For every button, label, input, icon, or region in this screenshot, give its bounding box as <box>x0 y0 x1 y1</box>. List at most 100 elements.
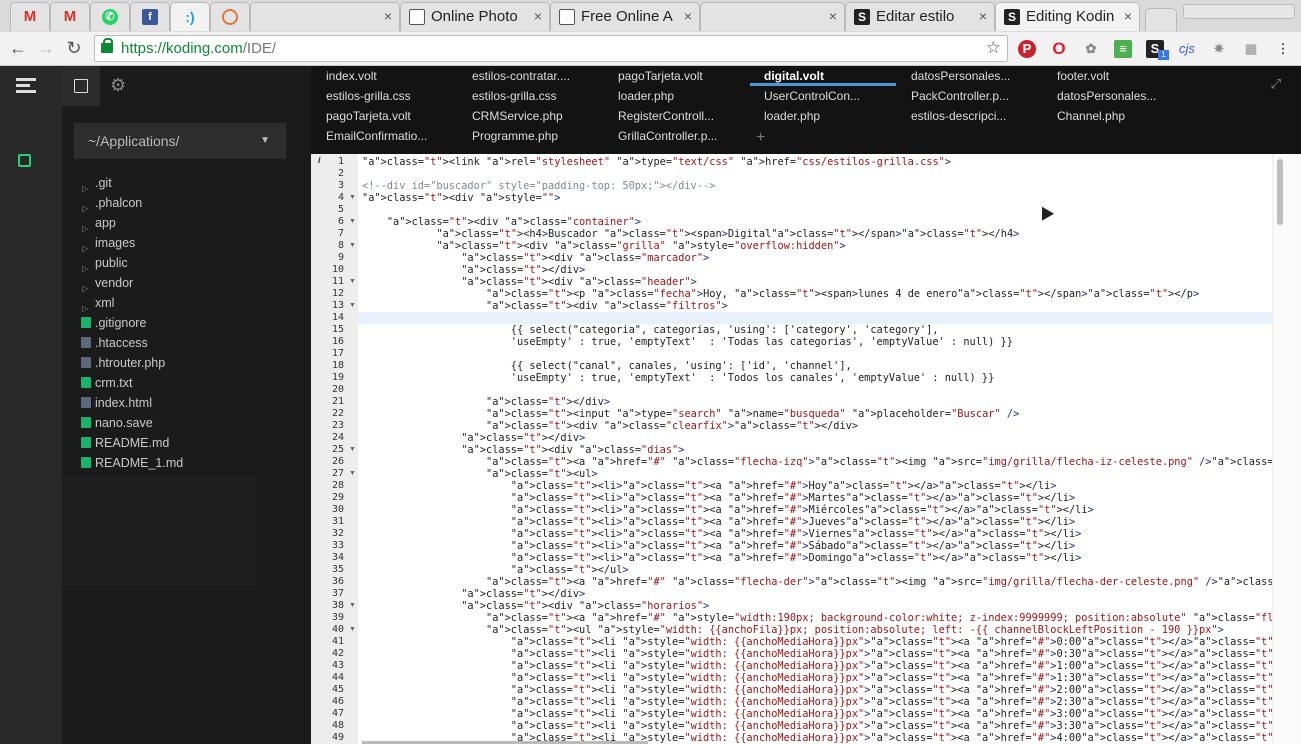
code-line[interactable]: "a">class="t"><li "a">style="width: {{an… <box>362 672 1272 684</box>
cjs-icon[interactable]: cjs <box>1178 40 1196 58</box>
editor-tab[interactable]: PackController.p... <box>911 86 1051 106</box>
code-line[interactable]: "a">class="t"><li>"a">class="t"><a "a">h… <box>362 504 1094 516</box>
editor-tab[interactable]: index.volt <box>326 66 466 86</box>
menu-icon[interactable]: ⋮ <box>1274 40 1292 58</box>
code-line[interactable]: 'useEmpty' : true, 'emptyText' : 'Todas … <box>362 336 1013 348</box>
code-line[interactable]: "a">class="t"><div "a">class="filtros"> <box>362 300 728 312</box>
tree-folder[interactable]: ▷ vendor <box>62 273 311 293</box>
code-line[interactable]: "a">class="t"><input "a">type="search" "… <box>362 408 1019 420</box>
browser-tab-active[interactable]: S Editing Kodin × <box>995 2 1140 31</box>
tree-file[interactable]: .htrouter.php <box>62 353 311 373</box>
code-line[interactable]: "a">class="t"><div "a">class="dias"> <box>362 444 684 456</box>
close-icon[interactable]: × <box>384 3 392 30</box>
vertical-scrollbar[interactable] <box>1272 154 1301 744</box>
tab-koding[interactable]: :) <box>170 2 210 31</box>
forward-icon[interactable]: → <box>36 38 56 59</box>
code-line[interactable]: "a">class="t"><li "a">style="width: {{an… <box>362 660 1272 672</box>
close-icon[interactable]: × <box>829 3 837 30</box>
code-line[interactable]: "a">class="t"><li>"a">class="t"><a "a">h… <box>362 516 1075 528</box>
browser-tab[interactable]: S Editar estilo × <box>845 2 995 31</box>
tree-folder[interactable]: ▷ .phalcon <box>62 193 311 213</box>
grid-icon[interactable]: ▦ <box>1242 40 1260 58</box>
tree-file[interactable]: README_1.md <box>62 453 311 473</box>
code-line[interactable]: "a">class="t"></ul> <box>362 564 629 576</box>
code-line[interactable]: "a">class="t"><a "a">href="#" "a">class=… <box>362 576 1272 588</box>
close-icon[interactable]: × <box>979 3 987 30</box>
editor-tab[interactable]: EmailConfirmatio... <box>326 126 466 146</box>
code-line[interactable]: "a">class="t"><div "a">class="grilla" "a… <box>362 240 845 252</box>
code-line[interactable]: "a">class="t"></div> <box>362 264 585 276</box>
editor-tab[interactable]: estilos-contratar.... <box>472 66 612 86</box>
code-editor[interactable]: "a">class="t"><link "a">rel="stylesheet"… <box>358 154 1272 744</box>
bookmark-star-icon[interactable]: ☆ <box>986 38 1001 58</box>
code-line[interactable]: "a">class="t"><li>"a">class="t"><a "a">h… <box>362 480 1057 492</box>
editor-tab[interactable]: loader.php <box>618 86 758 106</box>
code-line[interactable]: "a">class="t"><li>"a">class="t"><a "a">h… <box>362 528 1082 540</box>
editor-tab[interactable]: pagoTarjeta.volt <box>326 106 466 126</box>
tab-gmail[interactable]: M <box>10 2 50 31</box>
gear-icon[interactable]: ✷ <box>1210 40 1228 58</box>
fold-toggle-icon[interactable]: ▼ <box>349 240 356 252</box>
code-line[interactable]: "a">class="t"><p "a">class="fecha">Hoy, … <box>362 288 1199 300</box>
tree-file[interactable]: .htaccess <box>62 333 311 353</box>
editor-tab[interactable]: GrillaController.p... <box>618 126 758 146</box>
new-tab-button[interactable] <box>1145 8 1177 31</box>
code-line[interactable]: "a">class="t"><li>"a">class="t"><a "a">h… <box>362 492 1075 504</box>
browser-tab[interactable]: × <box>250 2 400 31</box>
tree-folder[interactable]: ▷ app <box>62 213 311 233</box>
fold-toggle-icon[interactable]: ▼ <box>349 468 356 480</box>
tree-file[interactable]: crm.txt <box>62 373 311 393</box>
tree-file[interactable]: nano.save <box>62 413 311 433</box>
code-line[interactable]: "a">class="t"><a "a">href="#" "a">style=… <box>362 612 1272 624</box>
tree-folder[interactable]: ▷ xml <box>62 293 311 313</box>
code-line[interactable]: "a">class="t"><li "a">style="width: {{an… <box>362 696 1272 708</box>
code-line[interactable]: "a">class="t"><ul> <box>362 468 598 480</box>
editor-tab[interactable]: loader.php <box>764 106 904 126</box>
code-line[interactable]: <!--div id="buscador" style="padding-top… <box>362 180 715 192</box>
tab-whatsapp[interactable]: ✆ <box>90 2 130 31</box>
code-line[interactable]: "a">class="t"><li>"a">class="t"><a "a">h… <box>362 552 1082 564</box>
fold-toggle-icon[interactable]: ▼ <box>349 444 356 456</box>
close-icon[interactable]: × <box>684 3 692 30</box>
editor-tab[interactable]: estilos-grilla.css <box>326 86 466 106</box>
code-line[interactable]: {{ select("canal", canales, 'using': ['i… <box>362 360 852 372</box>
editor-tab[interactable]: pagoTarjeta.volt <box>618 66 758 86</box>
fold-toggle-icon[interactable]: ▼ <box>349 276 356 288</box>
tab-gmail-2[interactable]: M <box>50 2 90 31</box>
editor-tab[interactable]: Channel.php <box>1057 106 1197 126</box>
settings-gear-icon[interactable]: ⚙ <box>110 75 126 96</box>
browser-tab[interactable]: Online Photo × <box>400 2 550 31</box>
code-line[interactable]: "a">class="t"></div> <box>362 588 585 600</box>
expand-icon[interactable]: ⤢ <box>1271 76 1281 92</box>
editor-tab[interactable]: RegisterControll... <box>618 106 758 126</box>
code-line[interactable]: "a">class="t"><li "a">style="width: {{an… <box>362 684 1272 696</box>
code-line[interactable]: "a">class="t"><a "a">href="#" "a">class=… <box>362 456 1272 468</box>
code-line[interactable]: "a">class="t"></div> <box>362 432 585 444</box>
tree-file[interactable]: README.md <box>62 433 311 453</box>
code-line[interactable]: "a">class="t"><ul "a">style="width: {{an… <box>362 624 1224 636</box>
code-line[interactable]: "a">class="t"><h4>Buscador "a">class="t"… <box>362 228 1019 240</box>
code-line[interactable]: "a">class="t"><div "a">class="clearfix">… <box>362 420 858 432</box>
code-line[interactable]: 'useEmpty' : true, 'emptyText' : 'Todos … <box>362 372 995 384</box>
code-line[interactable]: "a">class="t"><li "a">style="width: {{an… <box>362 708 1272 720</box>
pinterest-icon[interactable]: P <box>1018 40 1036 58</box>
code-line[interactable]: "a">class="t"><div "a">class="header"> <box>362 276 697 288</box>
window-controls[interactable] <box>1183 4 1295 19</box>
editor-tab[interactable]: UserControlCon... <box>764 86 904 106</box>
address-bar[interactable]: https://koding.com/IDE/ ☆ <box>94 35 1008 62</box>
scrollbar-thumb[interactable] <box>1277 159 1283 225</box>
code-line[interactable]: "a">class="t"><li "a">style="width: {{an… <box>362 636 1272 648</box>
code-line[interactable]: "a">class="t"><div "a">style=""> <box>362 192 560 204</box>
browser-tab[interactable]: × <box>700 2 845 31</box>
editor-tab[interactable]: estilos-grilla.css <box>472 86 612 106</box>
editor-tab[interactable]: CRMService.php <box>472 106 612 126</box>
fold-toggle-icon[interactable]: ▼ <box>349 216 356 228</box>
fold-toggle-icon[interactable]: ▼ <box>349 600 356 612</box>
code-line[interactable]: "a">class="t"></div> <box>362 396 610 408</box>
close-icon[interactable]: × <box>1124 3 1132 30</box>
extension-icon[interactable]: ✿ <box>1082 40 1100 58</box>
folder-selector[interactable]: ~/Applications/ ▼ <box>74 123 286 159</box>
browser-tab[interactable]: Free Online A × <box>550 2 700 31</box>
tab-facebook[interactable]: f <box>130 2 170 31</box>
opera-icon[interactable]: O <box>1050 40 1068 58</box>
